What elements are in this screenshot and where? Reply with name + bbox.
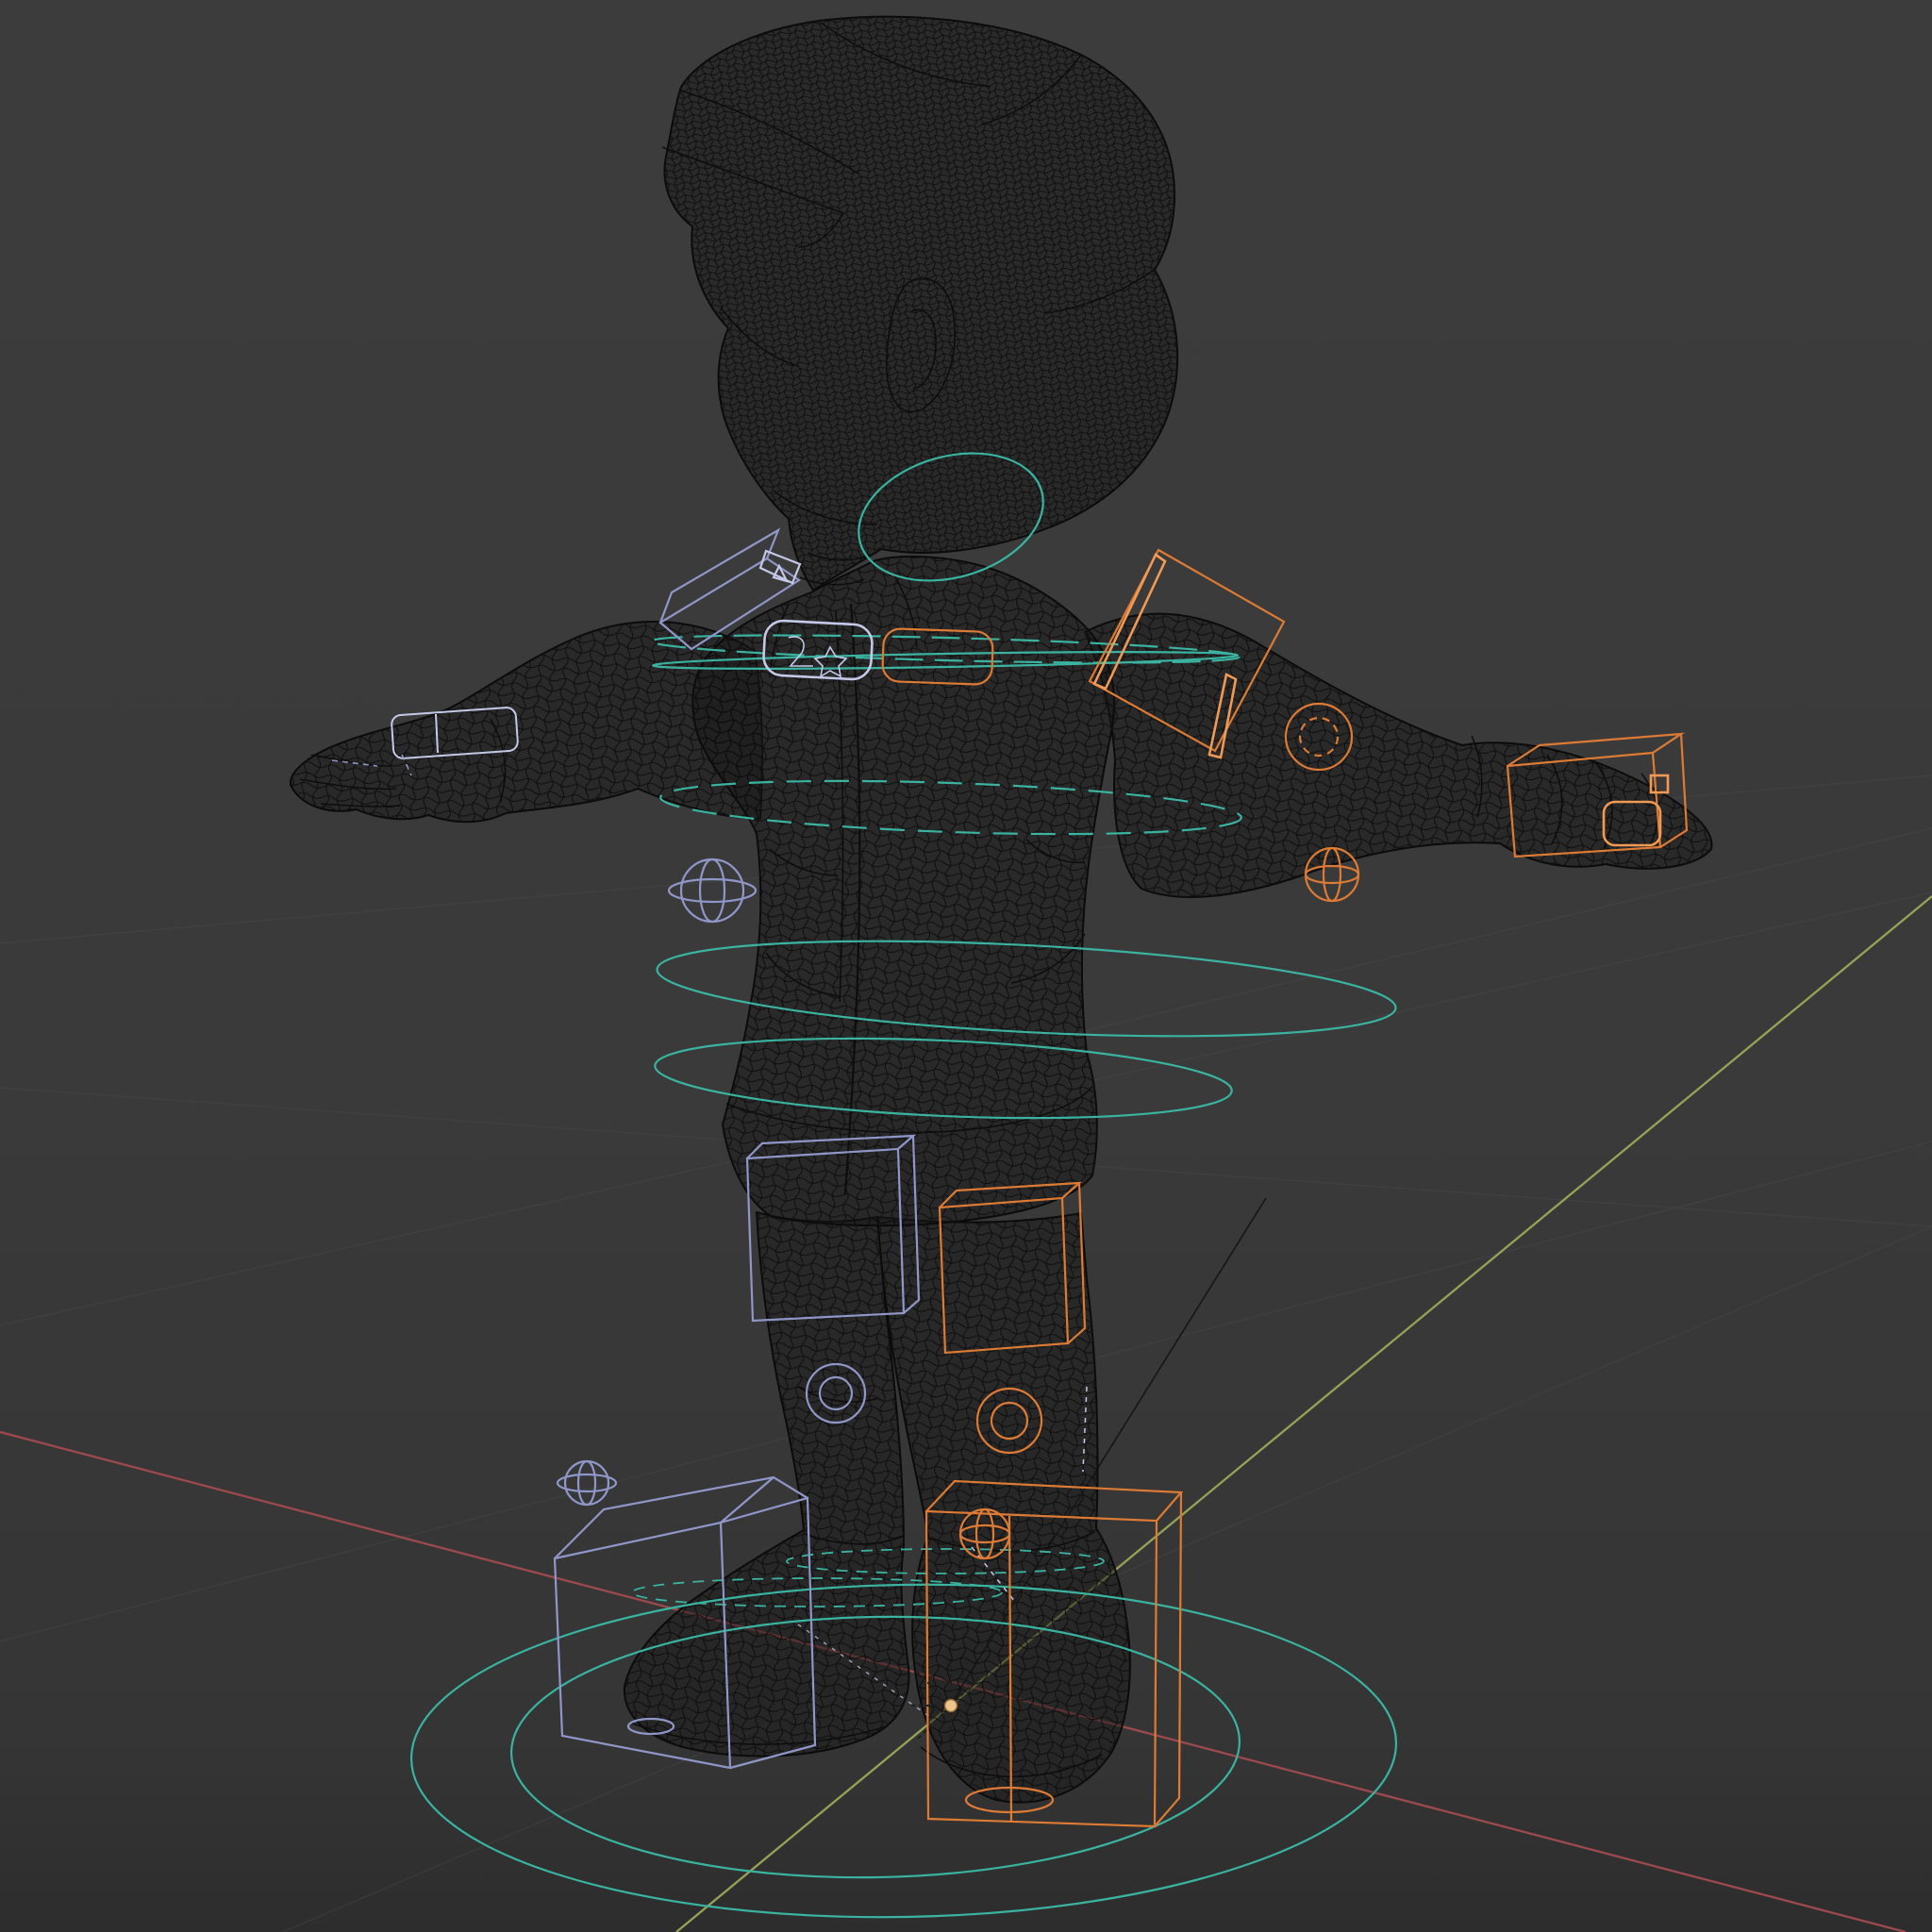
- blender-3d-viewport[interactable]: [0, 0, 1932, 1932]
- viewport-canvas: [0, 0, 1932, 1932]
- origin-dot[interactable]: [943, 1698, 958, 1713]
